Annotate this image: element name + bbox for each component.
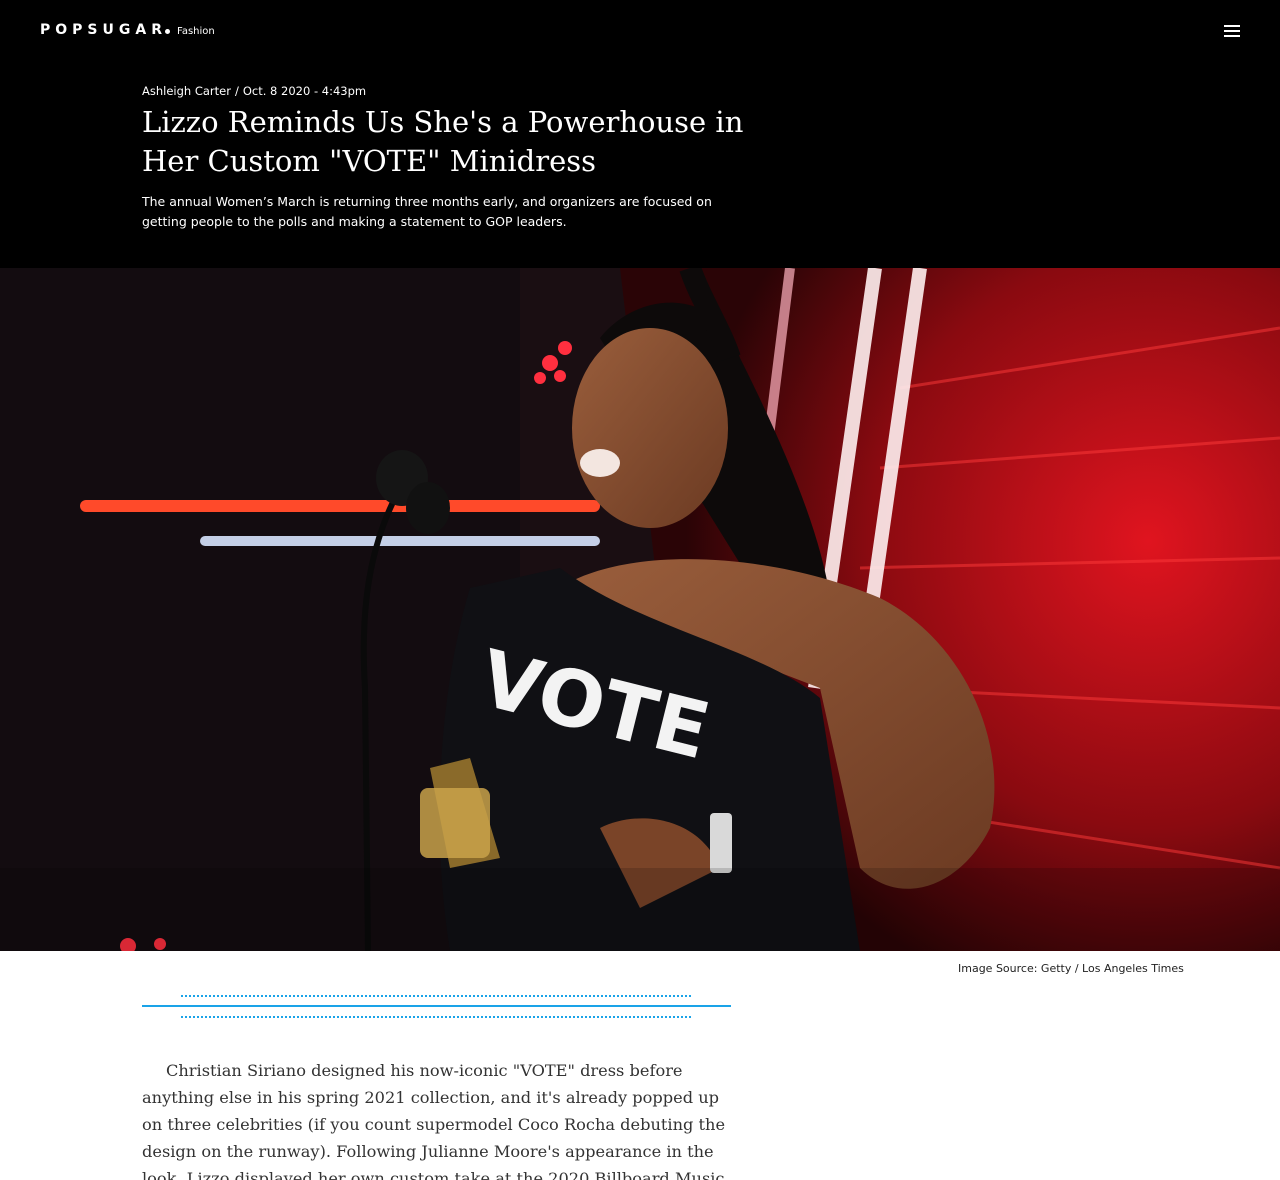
divider-dotted-bottom: [181, 1016, 691, 1018]
article-body-paragraph: Christian Siriano designed his now-iconi…: [142, 1061, 726, 1180]
byline-separator: /: [234, 84, 239, 98]
hamburger-menu-icon[interactable]: [1222, 22, 1242, 38]
divider-solid: [142, 1005, 731, 1007]
article-header: POPSUGAR Fashion Ashleigh Carter / Oct. 8 …: [0, 0, 1280, 268]
image-source-caption: Image Source: Getty / Los Angeles Times: [958, 962, 1184, 975]
author-link[interactable]: Ashleigh Carter: [142, 84, 231, 98]
logo-wordmark: POPSUGAR: [40, 22, 167, 38]
byline: Ashleigh Carter / Oct. 8 2020 - 4:43pm: [142, 84, 366, 98]
article-dek: The annual Women’s March is returning th…: [142, 194, 712, 229]
divider-dotted-top: [181, 995, 691, 997]
publish-date: Oct. 8 2020 - 4:43pm: [242, 84, 367, 98]
hero-image: VOTE: [0, 268, 1280, 951]
article-title: Lizzo Reminds Us She's a Powerhouse in H…: [142, 105, 744, 178]
section-label[interactable]: Fashion: [177, 26, 215, 37]
logo-dot: [164, 29, 170, 34]
popsugar-logo[interactable]: POPSUGAR Fashion: [40, 22, 215, 38]
